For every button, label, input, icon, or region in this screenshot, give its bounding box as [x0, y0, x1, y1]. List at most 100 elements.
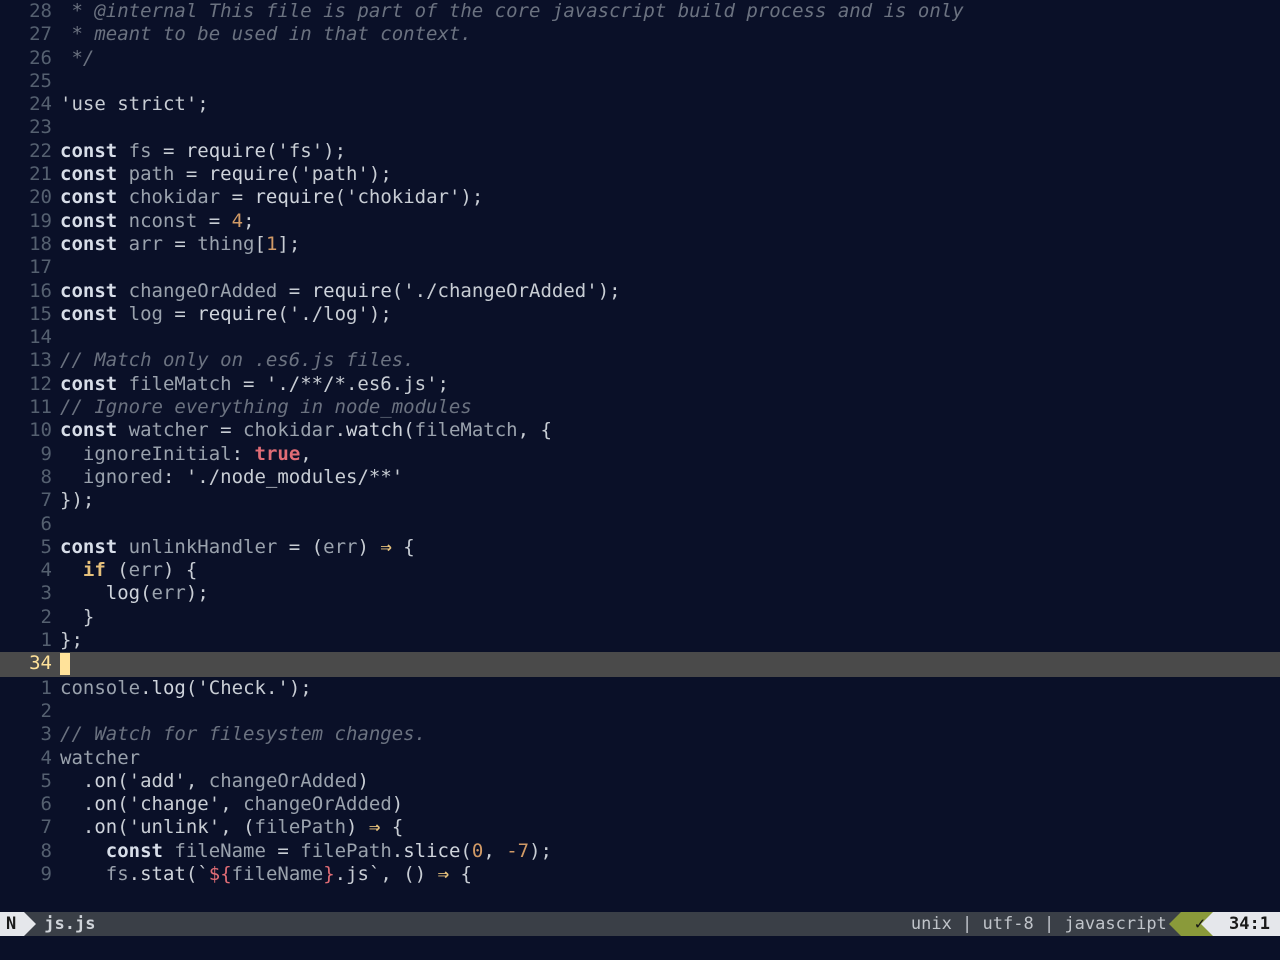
code-content: const path = require('path');: [60, 163, 1280, 186]
code-content: const nconst = 4;: [60, 210, 1280, 233]
code-content: console.log('Check.');: [60, 677, 1280, 700]
code-line[interactable]: 25: [0, 70, 1280, 93]
code-line[interactable]: 12const fileMatch = './**/*.es6.js';: [0, 373, 1280, 396]
code-line[interactable]: 17: [0, 256, 1280, 279]
code-content: .on('add', changeOrAdded): [60, 770, 1280, 793]
code-content: if (err) {: [60, 559, 1280, 582]
code-line[interactable]: 5const unlinkHandler = (err) ⇒ {: [0, 536, 1280, 559]
filetype: javascript: [1064, 914, 1166, 934]
code-content: // Match only on .es6.js files.: [60, 349, 1280, 372]
line-number: 1: [0, 677, 60, 700]
code-line[interactable]: 2: [0, 700, 1280, 723]
line-number: 4: [0, 559, 60, 582]
code-line[interactable]: 13// Match only on .es6.js files.: [0, 349, 1280, 372]
command-line[interactable]: [0, 936, 1280, 960]
code-content: .on('unlink', (filePath) ⇒ {: [60, 816, 1280, 839]
code-line[interactable]: 9 fs.stat(`${fileName}.js`, () ⇒ {: [0, 863, 1280, 886]
mode-indicator: N: [0, 912, 24, 936]
code-line[interactable]: 20const chokidar = require('chokidar');: [0, 186, 1280, 209]
code-line[interactable]: 8 ignored: './node_modules/**': [0, 466, 1280, 489]
code-line[interactable]: 8 const fileName = filePath.slice(0, -7)…: [0, 840, 1280, 863]
line-number: 18: [0, 233, 60, 256]
code-line[interactable]: 9 ignoreInitial: true,: [0, 443, 1280, 466]
code-content: const fileMatch = './**/*.es6.js';: [60, 373, 1280, 396]
code-line[interactable]: 6 .on('change', changeOrAdded): [0, 793, 1280, 816]
code-content: // Watch for filesystem changes.: [60, 723, 1280, 746]
line-number: 4: [0, 747, 60, 770]
code-line[interactable]: 2 }: [0, 606, 1280, 629]
code-line[interactable]: 19const nconst = 4;: [0, 210, 1280, 233]
code-line[interactable]: 23: [0, 116, 1280, 139]
line-number: 23: [0, 116, 60, 139]
code-line[interactable]: 1};: [0, 629, 1280, 652]
line-number: 14: [0, 326, 60, 349]
code-content: [60, 652, 1280, 676]
code-content: [60, 700, 1280, 723]
code-content: .on('change', changeOrAdded): [60, 793, 1280, 816]
line-number: 34: [0, 652, 60, 676]
code-line[interactable]: 18const arr = thing[1];: [0, 233, 1280, 256]
line-number: 5: [0, 770, 60, 793]
code-content: const log = require('./log');: [60, 303, 1280, 326]
line-number: 3: [0, 582, 60, 605]
code-line[interactable]: 27 * meant to be used in that context.: [0, 23, 1280, 46]
encoding: utf-8: [983, 914, 1034, 934]
code-line[interactable]: 10const watcher = chokidar.watch(fileMat…: [0, 419, 1280, 442]
code-line[interactable]: 6: [0, 513, 1280, 536]
code-line[interactable]: 16const changeOrAdded = require('./chang…: [0, 280, 1280, 303]
code-line[interactable]: 28 * @internal This file is part of the …: [0, 0, 1280, 23]
line-number: 28: [0, 0, 60, 23]
line-number: 22: [0, 140, 60, 163]
code-line[interactable]: 3// Watch for filesystem changes.: [0, 723, 1280, 746]
line-number: 20: [0, 186, 60, 209]
code-line[interactable]: 7 .on('unlink', (filePath) ⇒ {: [0, 816, 1280, 839]
line-number: 2: [0, 606, 60, 629]
code-line[interactable]: 15const log = require('./log');: [0, 303, 1280, 326]
fileformat: unix: [911, 914, 952, 934]
code-content: [60, 256, 1280, 279]
code-line[interactable]: 5 .on('add', changeOrAdded): [0, 770, 1280, 793]
line-number: 21: [0, 163, 60, 186]
line-number: 10: [0, 419, 60, 442]
code-line[interactable]: 4watcher: [0, 747, 1280, 770]
code-content: log(err);: [60, 582, 1280, 605]
code-line-current[interactable]: 34: [0, 652, 1280, 676]
code-content: }: [60, 606, 1280, 629]
line-number: 7: [0, 489, 60, 512]
line-number: 12: [0, 373, 60, 396]
code-content: ignoreInitial: true,: [60, 443, 1280, 466]
line-number: 11: [0, 396, 60, 419]
code-line[interactable]: 3 log(err);: [0, 582, 1280, 605]
line-number: 13: [0, 349, 60, 372]
code-content: const changeOrAdded = require('./changeO…: [60, 280, 1280, 303]
file-info: unix | utf-8 | javascript: [897, 912, 1181, 936]
line-number: 17: [0, 256, 60, 279]
code-content: 'use strict';: [60, 93, 1280, 116]
line-number: 15: [0, 303, 60, 326]
line-number: 1: [0, 629, 60, 652]
code-content: };: [60, 629, 1280, 652]
code-line[interactable]: 21const path = require('path');: [0, 163, 1280, 186]
code-content: const watcher = chokidar.watch(fileMatch…: [60, 419, 1280, 442]
line-number: 8: [0, 840, 60, 863]
line-number: 25: [0, 70, 60, 93]
code-line[interactable]: 1console.log('Check.');: [0, 677, 1280, 700]
code-area[interactable]: 28 * @internal This file is part of the …: [0, 0, 1280, 912]
code-content: */: [60, 47, 1280, 70]
code-content: });: [60, 489, 1280, 512]
line-number: 6: [0, 513, 60, 536]
line-number: 16: [0, 280, 60, 303]
code-line[interactable]: 14: [0, 326, 1280, 349]
code-line[interactable]: 22const fs = require('fs');: [0, 140, 1280, 163]
code-content: const unlinkHandler = (err) ⇒ {: [60, 536, 1280, 559]
code-line[interactable]: 26 */: [0, 47, 1280, 70]
code-line[interactable]: 11// Ignore everything in node_modules: [0, 396, 1280, 419]
statusbar: N js.js unix | utf-8 | javascript ✓ 34:1: [0, 912, 1280, 936]
code-content: [60, 326, 1280, 349]
code-line[interactable]: 7});: [0, 489, 1280, 512]
code-content: [60, 116, 1280, 139]
line-number: 24: [0, 93, 60, 116]
code-content: const chokidar = require('chokidar');: [60, 186, 1280, 209]
code-line[interactable]: 24'use strict';: [0, 93, 1280, 116]
code-line[interactable]: 4 if (err) {: [0, 559, 1280, 582]
